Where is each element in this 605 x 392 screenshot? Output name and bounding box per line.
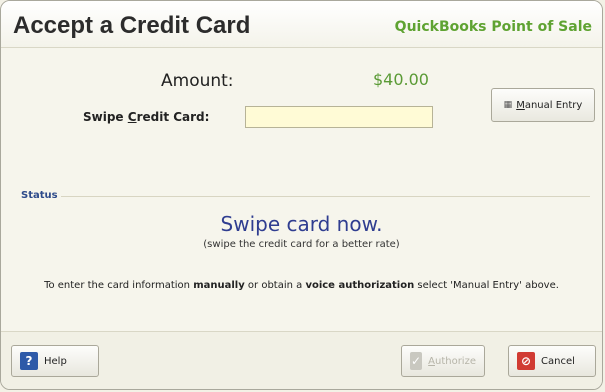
cancel-label: Cancel [541, 355, 575, 367]
footer-bar: ? Help ✓ Authorize ⊘ Cancel [1, 331, 602, 389]
keypad-icon: ▦ [503, 100, 513, 110]
help-icon: ? [20, 352, 38, 370]
swipe-credit-card-label: Swipe Credit Card: [83, 110, 209, 124]
authorize-label: Authorize [428, 356, 476, 367]
status-message: Swipe card now. [220, 212, 383, 236]
help-label: Help [44, 355, 67, 367]
title-bar: Accept a Credit Card QuickBooks Point of… [1, 1, 602, 48]
instructions-part2: or obtain a [244, 280, 306, 291]
manual-entry-accelerator: M [516, 99, 525, 111]
accept-credit-card-window: Accept a Credit Card QuickBooks Point of… [0, 0, 603, 390]
swipe-credit-card-input[interactable] [245, 106, 433, 128]
instructions-bold-manually: manually [193, 280, 245, 291]
help-button[interactable]: ? Help [11, 345, 99, 377]
amount-label: Amount: [161, 71, 234, 91]
status-hint: (swipe the credit card for a better rate… [203, 239, 400, 250]
manual-entry-label: Manual Entry [516, 100, 582, 111]
status-divider [61, 196, 590, 197]
window-title: Accept a Credit Card [13, 12, 251, 39]
cancel-icon: ⊘ [517, 352, 535, 370]
main-panel: Amount: $40.00 Swipe Credit Card: ▦ Manu… [1, 48, 602, 330]
manual-entry-button[interactable]: ▦ Manual Entry [491, 88, 595, 122]
status-section-label: Status [21, 190, 58, 201]
manual-entry-rest: anual Entry [524, 99, 583, 111]
instructions-part3: select 'Manual Entry' above. [414, 280, 559, 291]
instructions-part1: To enter the card information [44, 280, 194, 291]
instructions-bold-voice: voice authorization [305, 280, 415, 291]
swipe-label-accelerator: C [127, 110, 137, 124]
manual-entry-instructions: To enter the card information manually o… [1, 280, 602, 291]
amount-value: $40.00 [373, 70, 429, 89]
authorize-accelerator: A [428, 355, 435, 367]
authorize-rest: uthorize [434, 355, 476, 367]
authorize-button[interactable]: ✓ Authorize [401, 345, 485, 377]
cancel-button[interactable]: ⊘ Cancel [508, 345, 596, 377]
swipe-label-post: redit Card: [136, 110, 210, 124]
check-icon: ✓ [410, 352, 423, 370]
brand-label: QuickBooks Point of Sale [394, 19, 592, 35]
swipe-label-pre: Swipe [83, 110, 128, 124]
